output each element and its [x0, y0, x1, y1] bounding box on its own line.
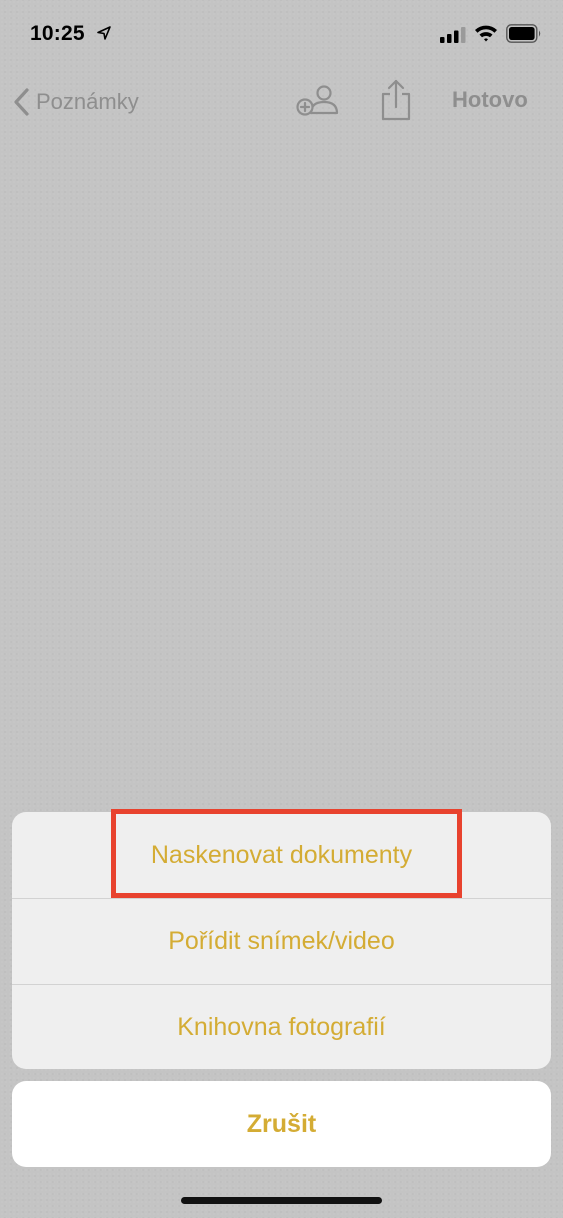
- done-button[interactable]: Hotovo: [452, 87, 528, 113]
- home-indicator[interactable]: [181, 1197, 382, 1204]
- location-arrow-icon: [97, 26, 111, 40]
- chevron-left-icon: [14, 88, 29, 116]
- share-icon[interactable]: [380, 78, 412, 122]
- back-label: Poznámky: [36, 89, 139, 114]
- cancel-button[interactable]: Zrušit: [12, 1081, 551, 1167]
- add-people-icon[interactable]: [294, 80, 340, 120]
- action-take-photo-video[interactable]: Pořídit snímek/video: [12, 898, 551, 984]
- back-button[interactable]: Poznámky: [12, 82, 139, 122]
- screen: 10:25 Poznámky Hotovo Naskenovat dokumen…: [0, 0, 563, 1218]
- status-time: 10:25: [30, 22, 85, 45]
- action-scan-documents[interactable]: Naskenovat dokumenty: [12, 812, 551, 898]
- status-bar: 10:25: [0, 0, 563, 68]
- battery-icon: [506, 24, 541, 43]
- navigation-bar: Poznámky Hotovo: [0, 72, 563, 132]
- wifi-icon: [475, 25, 497, 42]
- action-sheet: Naskenovat dokumenty Pořídit snímek/vide…: [12, 812, 551, 1069]
- cellular-signal-icon: [440, 27, 466, 43]
- action-photo-library[interactable]: Knihovna fotografií: [12, 984, 551, 1069]
